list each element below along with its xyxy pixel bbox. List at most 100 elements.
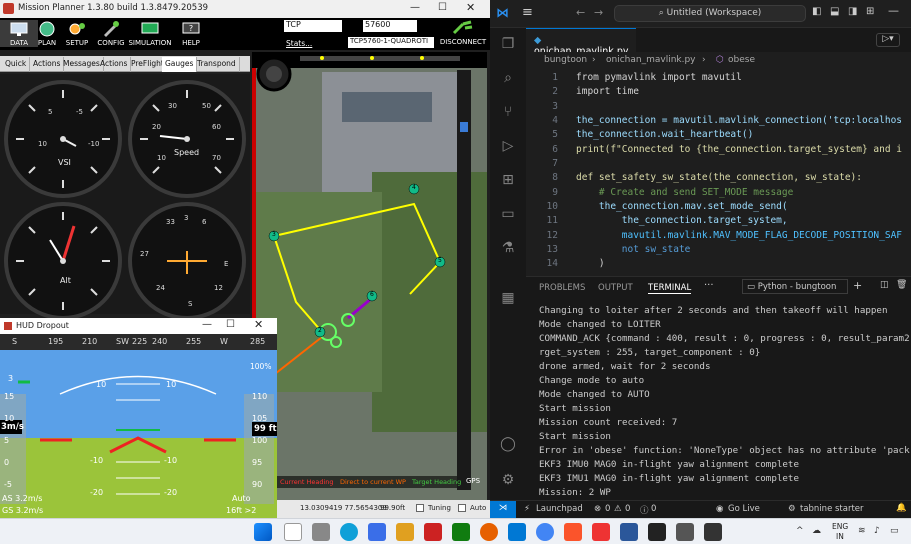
volume-icon[interactable]: ♪ bbox=[874, 526, 880, 536]
forward-arrow-icon[interactable]: → bbox=[594, 6, 603, 19]
terminal-taskbar-icon[interactable] bbox=[648, 523, 666, 541]
run-python-icon[interactable]: ▷▾ bbox=[876, 33, 900, 47]
info-count[interactable]: 0 bbox=[651, 504, 656, 514]
info-icon: ⓘ bbox=[640, 506, 649, 516]
error-count[interactable]: 0 bbox=[605, 504, 610, 514]
tray-chevron-icon[interactable]: ^ bbox=[796, 526, 804, 536]
line-number: 3 bbox=[552, 101, 558, 112]
panel-tab-terminal[interactable]: TERMINAL bbox=[648, 283, 692, 294]
tab-onichan-mavlink[interactable]: ◆ onichan_mavlink.py bbox=[526, 28, 636, 57]
hud-maximize-icon[interactable]: ☐ bbox=[226, 319, 235, 330]
firefox-icon[interactable] bbox=[480, 523, 498, 541]
port-select[interactable]: TCP bbox=[284, 20, 342, 32]
layout-panel-icon[interactable]: ⬓ bbox=[830, 6, 839, 17]
trash-icon[interactable]: 🗑 bbox=[896, 280, 907, 290]
stats-link[interactable]: Stats... bbox=[286, 39, 312, 48]
chrome-icon[interactable] bbox=[536, 523, 554, 541]
file-explorer-icon[interactable] bbox=[312, 523, 330, 541]
mission-planner-taskbar-icon[interactable] bbox=[704, 523, 722, 541]
new-terminal-icon[interactable]: + bbox=[853, 279, 862, 292]
breadcrumb-file[interactable]: onichan_mavlink.py bbox=[606, 55, 696, 65]
windows-start-icon[interactable] bbox=[254, 523, 272, 541]
map-view[interactable]: 2 3 4 5 6 GPS Current Heading Direct to … bbox=[252, 52, 487, 508]
folder-icon[interactable] bbox=[396, 523, 414, 541]
layout-sidebar-icon[interactable]: ◧ bbox=[812, 6, 821, 17]
breadcrumb-folder[interactable]: bungtoon bbox=[544, 55, 587, 65]
explorer-icon[interactable]: ❐ bbox=[499, 36, 517, 54]
region-label[interactable]: IN bbox=[836, 532, 844, 541]
manage-gear-icon[interactable]: ⚙ bbox=[499, 472, 517, 490]
run-debug-icon[interactable]: ▷ bbox=[499, 138, 517, 156]
cloud-icon[interactable]: ☁ bbox=[812, 526, 821, 536]
more-icon[interactable]: ··· bbox=[704, 280, 714, 291]
tuning-checkbox[interactable] bbox=[416, 504, 424, 512]
launchpad-label[interactable]: Launchpad bbox=[536, 504, 583, 514]
tab-transponder[interactable]: Transpond bbox=[194, 57, 240, 72]
auto-checkbox[interactable] bbox=[458, 504, 466, 512]
tab-actions-2[interactable]: Actions bbox=[97, 57, 132, 72]
alt-gauge-face bbox=[16, 212, 110, 310]
config-button[interactable]: CONFIG bbox=[92, 20, 130, 47]
vscode-minimize-icon[interactable]: — bbox=[888, 4, 899, 17]
remote-icon[interactable]: ⋊ bbox=[490, 501, 516, 518]
panel-tab-output[interactable]: OUTPUT bbox=[598, 283, 633, 293]
extensions-icon[interactable]: ⊞ bbox=[499, 172, 517, 190]
remote-explorer-icon[interactable]: ▭ bbox=[499, 206, 517, 224]
word-icon[interactable] bbox=[620, 523, 638, 541]
app-icon-2[interactable] bbox=[676, 523, 694, 541]
hud-minimize-icon[interactable]: — bbox=[202, 319, 212, 330]
pitch-label: 10 bbox=[166, 380, 177, 389]
store-icon[interactable] bbox=[368, 523, 386, 541]
connection-select[interactable]: TCP5760-1-QUADROTI bbox=[348, 37, 434, 48]
source-control-icon[interactable]: ⑂ bbox=[499, 104, 517, 122]
svg-text:5: 5 bbox=[48, 108, 52, 116]
tab-quick[interactable]: Quick bbox=[2, 57, 31, 72]
edge-icon[interactable] bbox=[340, 523, 358, 541]
battery-icon[interactable]: ▭ bbox=[890, 526, 899, 536]
task-view-icon[interactable] bbox=[284, 523, 302, 541]
menu-icon[interactable]: ≡ bbox=[522, 5, 533, 20]
terminal-name: Python - bungtoon bbox=[757, 282, 837, 292]
hud-close-icon[interactable]: ✕ bbox=[254, 318, 263, 331]
breadcrumb-symbol[interactable]: obese bbox=[728, 55, 755, 65]
vscode-taskbar-icon[interactable] bbox=[508, 523, 526, 541]
brave-icon[interactable] bbox=[564, 523, 582, 541]
simulation-button[interactable]: SIMULATION bbox=[126, 20, 174, 47]
customize-layout-icon[interactable]: ⊞ bbox=[866, 6, 874, 17]
close-icon[interactable]: ✕ bbox=[466, 1, 475, 14]
monitor-icon bbox=[10, 22, 28, 36]
maximize-icon[interactable]: ☐ bbox=[438, 2, 447, 13]
warning-count[interactable]: 0 bbox=[625, 504, 630, 514]
pdf-icon[interactable] bbox=[592, 523, 610, 541]
language-label[interactable]: ENG bbox=[832, 522, 848, 531]
minimize-icon[interactable]: — bbox=[410, 2, 420, 13]
layout-secondary-icon[interactable]: ◨ bbox=[848, 6, 857, 17]
terminal-line: drone armed, wait for 2 seconds bbox=[539, 361, 711, 372]
tabnine-label[interactable]: tabnine starter bbox=[800, 504, 864, 514]
go-live-label[interactable]: Go Live bbox=[728, 504, 760, 514]
account-icon[interactable]: ◯ bbox=[499, 436, 517, 454]
disconnect-button[interactable]: DISCONNECT bbox=[438, 20, 488, 46]
hud-logo-icon bbox=[4, 322, 12, 330]
terminal-selector[interactable]: ▭ Python - bungtoon bbox=[742, 279, 848, 294]
split-terminal-icon[interactable]: ◫ bbox=[880, 280, 889, 290]
line-number: 4 bbox=[552, 115, 558, 126]
help-button[interactable]: ? HELP bbox=[172, 20, 210, 47]
breadcrumb-separator: › bbox=[702, 55, 706, 65]
app-icon[interactable] bbox=[424, 523, 442, 541]
search-sidebar-icon[interactable]: ⌕ bbox=[499, 70, 517, 88]
setup-button[interactable]: SETUP bbox=[58, 20, 96, 47]
docker-icon[interactable]: ▦ bbox=[499, 290, 517, 308]
back-arrow-icon[interactable]: ← bbox=[576, 6, 585, 19]
xbox-icon[interactable] bbox=[452, 523, 470, 541]
panel-tab-problems[interactable]: PROBLEMS bbox=[539, 283, 585, 293]
command-center-search[interactable]: ⌕ Untitled (Workspace) bbox=[614, 5, 806, 22]
baud-select[interactable]: 57600 bbox=[363, 20, 417, 32]
wifi-icon[interactable]: ≋ bbox=[858, 526, 866, 536]
code-editor[interactable]: 1 from pymavlink import mavutil 2 import… bbox=[526, 70, 911, 276]
line-number: 1 bbox=[552, 72, 558, 83]
testing-icon[interactable]: ⚗ bbox=[499, 240, 517, 258]
tab-gauges[interactable]: Gauges bbox=[162, 57, 198, 72]
code-line: the_connection.mav.set_mode_send( bbox=[576, 201, 788, 212]
notifications-bell-icon[interactable]: 🔔 bbox=[896, 503, 907, 513]
